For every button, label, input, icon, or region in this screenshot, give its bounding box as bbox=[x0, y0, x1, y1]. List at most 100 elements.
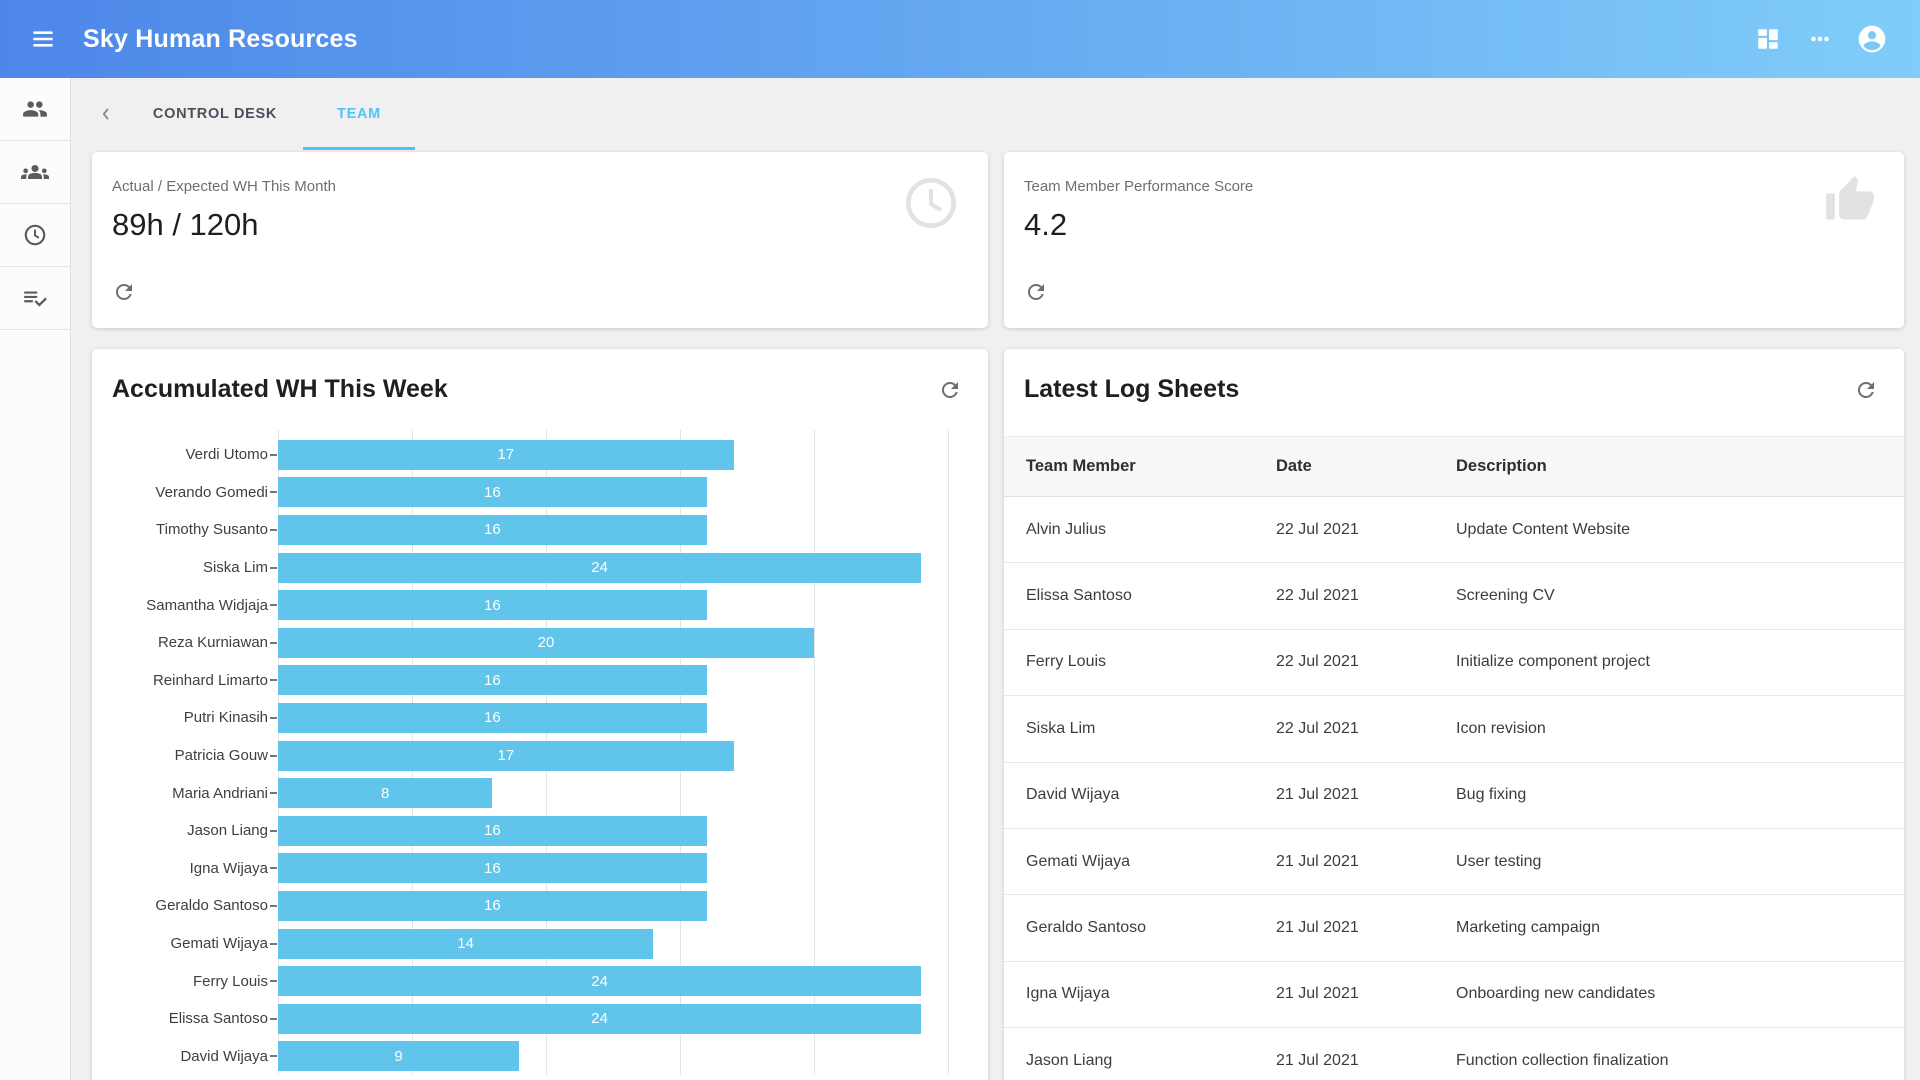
cell-description: Update Content Website bbox=[1456, 521, 1904, 539]
chart-title: Accumulated WH This Week bbox=[112, 375, 448, 404]
bar[interactable]: 16 bbox=[278, 665, 707, 695]
cell-team-member: Siska Lim bbox=[1026, 720, 1276, 738]
bar[interactable]: 20 bbox=[278, 628, 814, 658]
table-body: Alvin Julius22 Jul 2021Update Content We… bbox=[1004, 497, 1904, 1080]
menu-icon[interactable] bbox=[25, 21, 61, 57]
chart-plot-area: 17 bbox=[278, 741, 988, 771]
table-row[interactable]: Ferry Louis22 Jul 2021Initialize compone… bbox=[1004, 630, 1904, 696]
axis-tick bbox=[268, 1018, 278, 1020]
more-horizontal-icon[interactable] bbox=[1800, 19, 1840, 59]
bar[interactable]: 8 bbox=[278, 778, 492, 808]
main-content: CONTROL DESK TEAM Actual / Expected WH T… bbox=[71, 78, 1920, 1080]
tab-team[interactable]: TEAM bbox=[303, 78, 415, 150]
bar[interactable]: 16 bbox=[278, 703, 707, 733]
chevron-left-icon[interactable] bbox=[94, 78, 118, 150]
table-row[interactable]: Igna Wijaya21 Jul 2021Onboarding new can… bbox=[1004, 962, 1904, 1028]
chart-category-label: Verdi Utomo bbox=[92, 446, 268, 463]
chart-category-label: Siska Lim bbox=[92, 559, 268, 576]
chart-row: Siska Lim 24 bbox=[92, 549, 988, 587]
kpi-label: Actual / Expected WH This Month bbox=[112, 178, 968, 195]
cell-description: Bug fixing bbox=[1456, 786, 1904, 804]
table-row[interactable]: Alvin Julius22 Jul 2021Update Content We… bbox=[1004, 497, 1904, 563]
kpi-card-working-hours: Actual / Expected WH This Month 89h / 12… bbox=[92, 152, 988, 328]
groups-icon bbox=[21, 158, 49, 186]
cell-team-member: Ferry Louis bbox=[1026, 653, 1276, 671]
cell-description: Initialize component project bbox=[1456, 653, 1904, 671]
tab-bar: CONTROL DESK TEAM bbox=[71, 78, 1920, 150]
bar[interactable]: 16 bbox=[278, 853, 707, 883]
bar[interactable]: 24 bbox=[278, 553, 921, 583]
axis-tick bbox=[268, 491, 278, 493]
table-row[interactable]: David Wijaya21 Jul 2021Bug fixing bbox=[1004, 763, 1904, 829]
refresh-icon[interactable] bbox=[112, 280, 136, 304]
bar-value-label: 24 bbox=[591, 1010, 608, 1027]
refresh-icon[interactable] bbox=[1024, 280, 1048, 304]
sidebar-item-time[interactable] bbox=[0, 204, 70, 267]
table-title: Latest Log Sheets bbox=[1024, 375, 1239, 404]
bar[interactable]: 16 bbox=[278, 891, 707, 921]
chart-category-label: Gemati Wijaya bbox=[92, 935, 268, 952]
bar[interactable]: 17 bbox=[278, 741, 734, 771]
bar[interactable]: 17 bbox=[278, 440, 734, 470]
chart-plot-area: 16 bbox=[278, 515, 988, 545]
bar[interactable]: 16 bbox=[278, 816, 707, 846]
chart-rows: Verdi Utomo17Verando Gomedi16Timothy Sus… bbox=[92, 430, 988, 1075]
cell-description: Onboarding new candidates bbox=[1456, 985, 1904, 1003]
sidebar bbox=[0, 78, 71, 1080]
chart-row: Elissa Santoso24 bbox=[92, 1000, 988, 1038]
chart-row: Verando Gomedi16 bbox=[92, 474, 988, 512]
bar[interactable]: 16 bbox=[278, 590, 707, 620]
bar[interactable]: 9 bbox=[278, 1041, 519, 1071]
sidebar-item-log-sheets[interactable] bbox=[0, 267, 70, 330]
refresh-icon[interactable] bbox=[1854, 378, 1878, 402]
bar-value-label: 17 bbox=[497, 446, 514, 463]
chart-row: Geraldo Santoso 16 bbox=[92, 887, 988, 925]
chart-category-label: Reza Kurniawan bbox=[92, 634, 268, 651]
chart-plot-area: 24 bbox=[278, 966, 988, 996]
table-row[interactable]: Geraldo Santoso21 Jul 2021Marketing camp… bbox=[1004, 895, 1904, 961]
bar-value-label: 16 bbox=[484, 709, 501, 726]
account-circle-icon[interactable] bbox=[1852, 19, 1892, 59]
bar-chart: Verdi Utomo17Verando Gomedi16Timothy Sus… bbox=[92, 430, 988, 1075]
bar[interactable]: 24 bbox=[278, 1004, 921, 1034]
bar[interactable]: 14 bbox=[278, 929, 653, 959]
chart-plot-area: 16 bbox=[278, 590, 988, 620]
app-bar: Sky Human Resources bbox=[0, 0, 1920, 78]
table-row[interactable]: Siska Lim22 Jul 2021Icon revision bbox=[1004, 696, 1904, 762]
chart-plot-area: 16 bbox=[278, 665, 988, 695]
axis-tick bbox=[268, 905, 278, 907]
chart-plot-area: 16 bbox=[278, 703, 988, 733]
chart-row: Ferry Louis24 bbox=[92, 962, 988, 1000]
axis-tick bbox=[268, 867, 278, 869]
chart-category-label: Geraldo Santoso bbox=[92, 897, 268, 914]
dashboard-icon[interactable] bbox=[1748, 19, 1788, 59]
refresh-icon[interactable] bbox=[938, 378, 962, 402]
kpi-value: 4.2 bbox=[1024, 207, 1884, 243]
tab-control-desk[interactable]: CONTROL DESK bbox=[127, 78, 303, 150]
axis-tick bbox=[268, 642, 278, 644]
bar-value-label: 16 bbox=[484, 597, 501, 614]
app-title: Sky Human Resources bbox=[83, 25, 358, 54]
table-row[interactable]: Elissa Santoso22 Jul 2021Screening CV bbox=[1004, 563, 1904, 629]
thumb-up-icon bbox=[1824, 174, 1876, 226]
cell-date: 21 Jul 2021 bbox=[1276, 919, 1456, 937]
sidebar-item-groups[interactable] bbox=[0, 141, 70, 204]
chart-row: Putri Kinasih16 bbox=[92, 699, 988, 737]
bar-value-label: 16 bbox=[484, 897, 501, 914]
bar[interactable]: 16 bbox=[278, 515, 707, 545]
bar-value-label: 16 bbox=[484, 484, 501, 501]
sidebar-item-team-members[interactable] bbox=[0, 78, 70, 141]
bar[interactable]: 24 bbox=[278, 966, 921, 996]
bar-value-label: 16 bbox=[484, 521, 501, 538]
axis-tick bbox=[268, 755, 278, 757]
cell-team-member: Jason Liang bbox=[1026, 1052, 1276, 1070]
chart-row: Gemati Wijaya 14 bbox=[92, 925, 988, 963]
table-card-header: Latest Log Sheets bbox=[1004, 349, 1904, 404]
chart-row: Verdi Utomo 17 bbox=[92, 436, 988, 474]
table-row[interactable]: Gemati Wijaya21 Jul 2021User testing bbox=[1004, 829, 1904, 895]
table-row[interactable]: Jason Liang21 Jul 2021Function collectio… bbox=[1004, 1028, 1904, 1080]
bar[interactable]: 16 bbox=[278, 477, 707, 507]
bar-value-label: 24 bbox=[591, 973, 608, 990]
cell-team-member: Geraldo Santoso bbox=[1026, 919, 1276, 937]
chart-plot-area: 16 bbox=[278, 891, 988, 921]
